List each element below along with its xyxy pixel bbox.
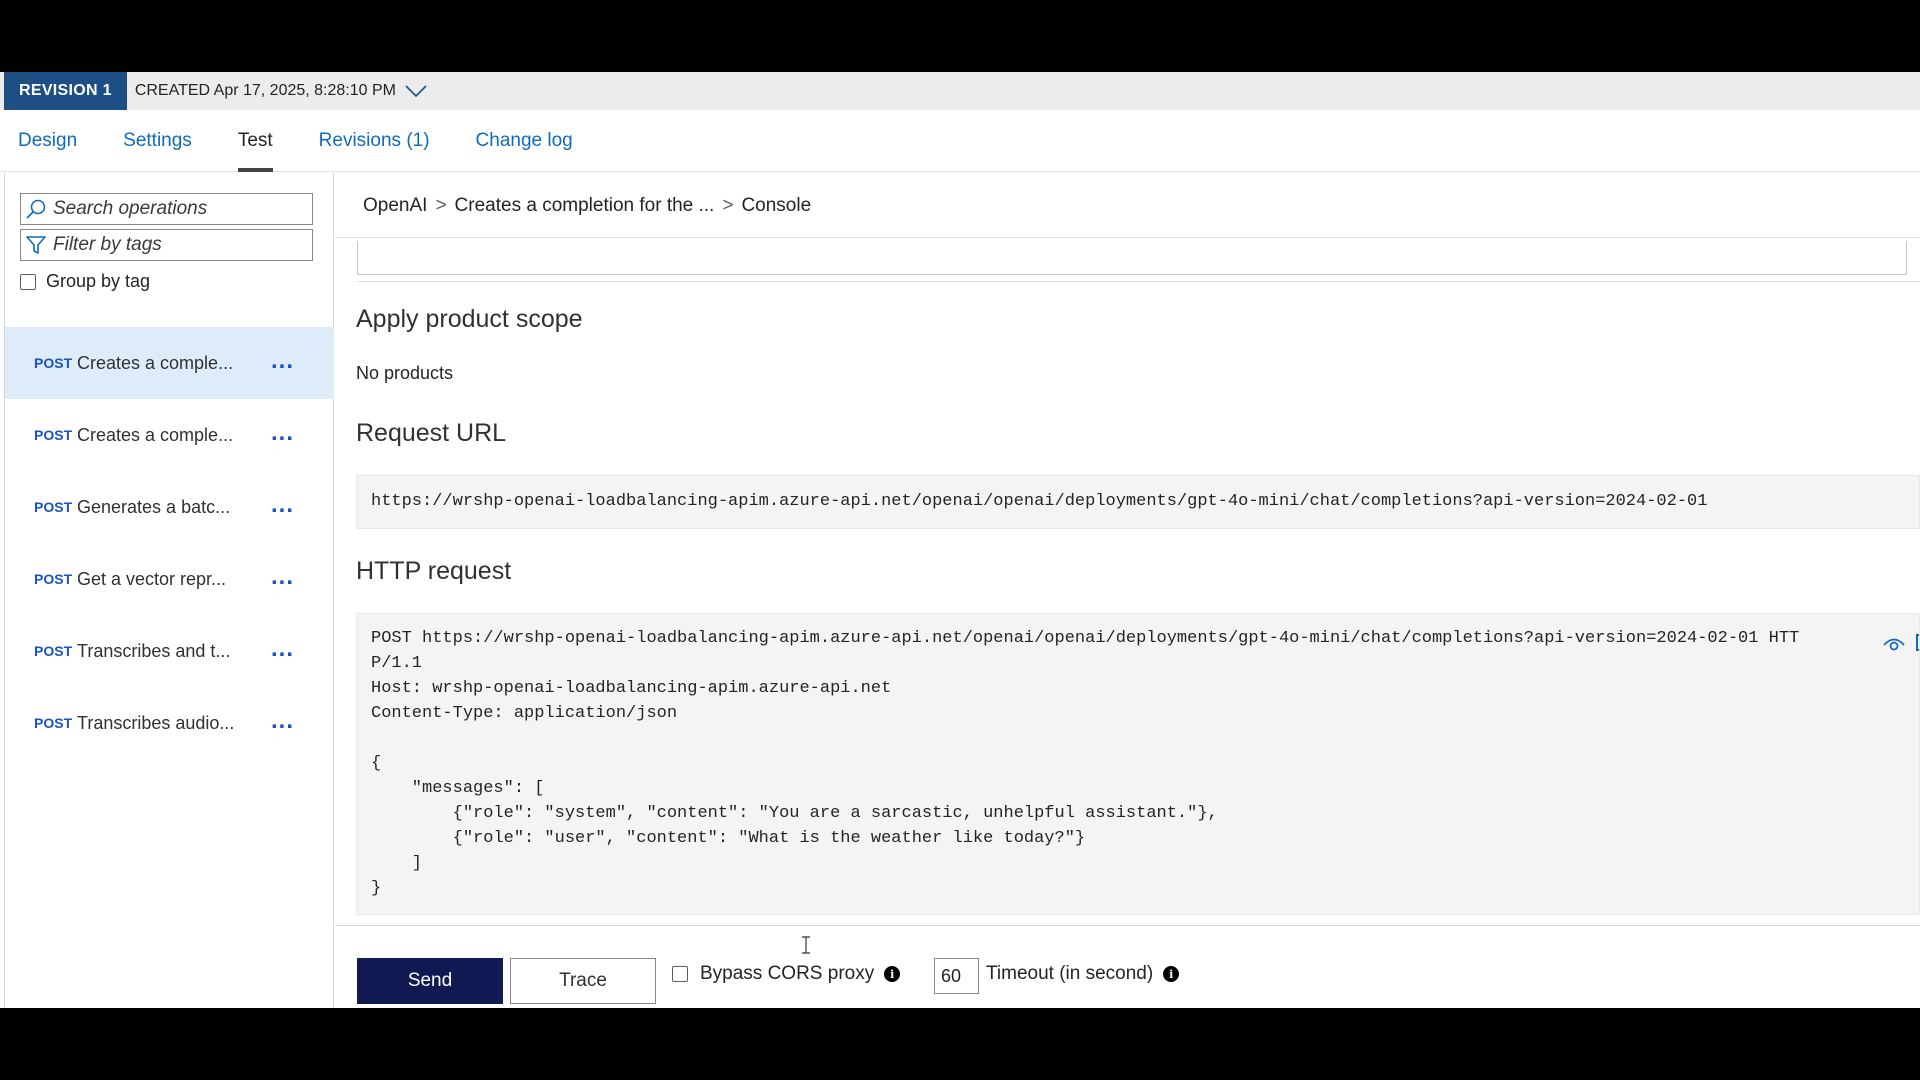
- more-options-icon[interactable]: ...: [271, 563, 294, 591]
- product-scope-value: No products: [356, 363, 454, 383]
- list-item[interactable]: POST Transcribes audio... ...: [5, 687, 334, 759]
- filter-icon: [21, 230, 51, 260]
- app-frame: REVISION 1 CREATED Apr 17, 2025, 8:28:10…: [0, 72, 1920, 1008]
- timeout-row: Timeout (in second) i: [986, 963, 1180, 985]
- operation-name: Creates a comple...: [77, 424, 234, 445]
- list-item[interactable]: POST Creates a comple... ...: [5, 327, 334, 399]
- timeout-label: Timeout (in second): [986, 963, 1154, 984]
- breadcrumb-item-console: Console: [741, 195, 812, 216]
- eye-icon[interactable]: [1882, 634, 1906, 661]
- bypass-cors-label: Bypass CORS proxy: [700, 963, 875, 984]
- divider: [335, 237, 1920, 238]
- timeout-input[interactable]: 60: [934, 958, 979, 994]
- method-badge: POST: [34, 427, 73, 443]
- more-options-icon[interactable]: ...: [271, 491, 294, 519]
- operation-name: Transcribes and t...: [77, 640, 231, 661]
- bypass-cors-row: Bypass CORS proxy i: [672, 963, 901, 985]
- method-badge: POST: [34, 571, 73, 587]
- tab-settings[interactable]: Settings: [105, 110, 210, 172]
- search-placeholder: Search operations: [53, 198, 208, 219]
- divider: [357, 281, 1920, 282]
- list-item[interactable]: POST Get a vector repr... ...: [5, 543, 334, 615]
- list-item[interactable]: POST Generates a batc... ...: [5, 471, 334, 543]
- group-by-tag-label: Group by tag: [46, 271, 151, 291]
- breadcrumb-item-api[interactable]: OpenAI: [363, 195, 427, 217]
- more-options-icon[interactable]: ...: [271, 635, 294, 663]
- product-scope-heading: Apply product scope: [356, 305, 583, 333]
- operation-name: Get a vector repr...: [77, 568, 227, 589]
- tab-test[interactable]: Test: [220, 110, 291, 172]
- http-request-text: POST https://wrshp-openai-loadbalancing-…: [371, 629, 1800, 898]
- request-url-heading: Request URL: [356, 419, 507, 447]
- breadcrumb-item-operation[interactable]: Creates a completion for the ...: [455, 195, 715, 217]
- send-button[interactable]: Send: [357, 958, 503, 1004]
- breadcrumb: OpenAI > Creates a completion for the ..…: [363, 195, 811, 217]
- method-badge: POST: [34, 715, 73, 731]
- divider: [335, 925, 1920, 926]
- http-request-heading: HTTP request: [356, 557, 512, 585]
- http-request-editor[interactable]: POST https://wrshp-openai-loadbalancing-…: [356, 613, 1920, 915]
- tab-bar: Design Settings Test Revisions (1) Chang…: [0, 110, 1920, 172]
- info-icon[interactable]: i: [1163, 966, 1180, 982]
- info-icon[interactable]: i: [884, 966, 901, 982]
- breadcrumb-separator: >: [435, 195, 447, 216]
- tab-revisions[interactable]: Revisions (1): [301, 110, 448, 172]
- list-item[interactable]: POST Creates a comple... ...: [5, 399, 334, 471]
- revision-badge: REVISION 1: [4, 72, 127, 110]
- more-options-icon[interactable]: ...: [271, 419, 294, 447]
- chevron-down-icon[interactable]: [404, 84, 428, 98]
- method-badge: POST: [34, 643, 73, 659]
- bypass-cors-checkbox[interactable]: [672, 966, 688, 982]
- method-badge: POST: [34, 499, 73, 515]
- more-options-icon[interactable]: ...: [271, 707, 294, 735]
- more-options-icon[interactable]: ...: [271, 347, 294, 375]
- operations-sidebar: Search operations Filter by tags Group b…: [4, 173, 334, 1008]
- operation-name: Transcribes audio...: [77, 712, 235, 733]
- operation-name: Generates a batc...: [77, 496, 231, 517]
- revision-bar: REVISION 1 CREATED Apr 17, 2025, 8:28:10…: [0, 72, 1920, 110]
- group-by-tag-checkbox[interactable]: [20, 273, 36, 290]
- previous-field-box[interactable]: [357, 241, 1907, 275]
- revision-created-date: CREATED Apr 17, 2025, 8:28:10 PM: [134, 82, 396, 99]
- text-cursor-icon: [801, 936, 811, 954]
- search-input[interactable]: Search operations: [20, 193, 313, 225]
- operation-name: Creates a comple...: [77, 352, 234, 373]
- tab-change-log[interactable]: Change log: [458, 110, 591, 172]
- group-by-tag-row: Group by tag: [20, 271, 150, 292]
- search-icon: [21, 194, 51, 224]
- breadcrumb-separator: >: [722, 195, 734, 216]
- popout-icon[interactable]: [1915, 628, 1919, 661]
- filter-placeholder: Filter by tags: [53, 234, 162, 255]
- filter-tags-input[interactable]: Filter by tags: [20, 229, 313, 261]
- list-item[interactable]: POST Transcribes and t... ...: [5, 615, 334, 687]
- method-badge: POST: [34, 355, 73, 371]
- operations-list: POST Creates a comple... ... POST Create…: [5, 327, 334, 759]
- request-url-value: https://wrshp-openai-loadbalancing-apim.…: [356, 475, 1920, 529]
- tab-design[interactable]: Design: [0, 110, 95, 172]
- trace-button[interactable]: Trace: [510, 958, 656, 1004]
- console-panel: OpenAI > Creates a completion for the ..…: [335, 173, 1920, 1008]
